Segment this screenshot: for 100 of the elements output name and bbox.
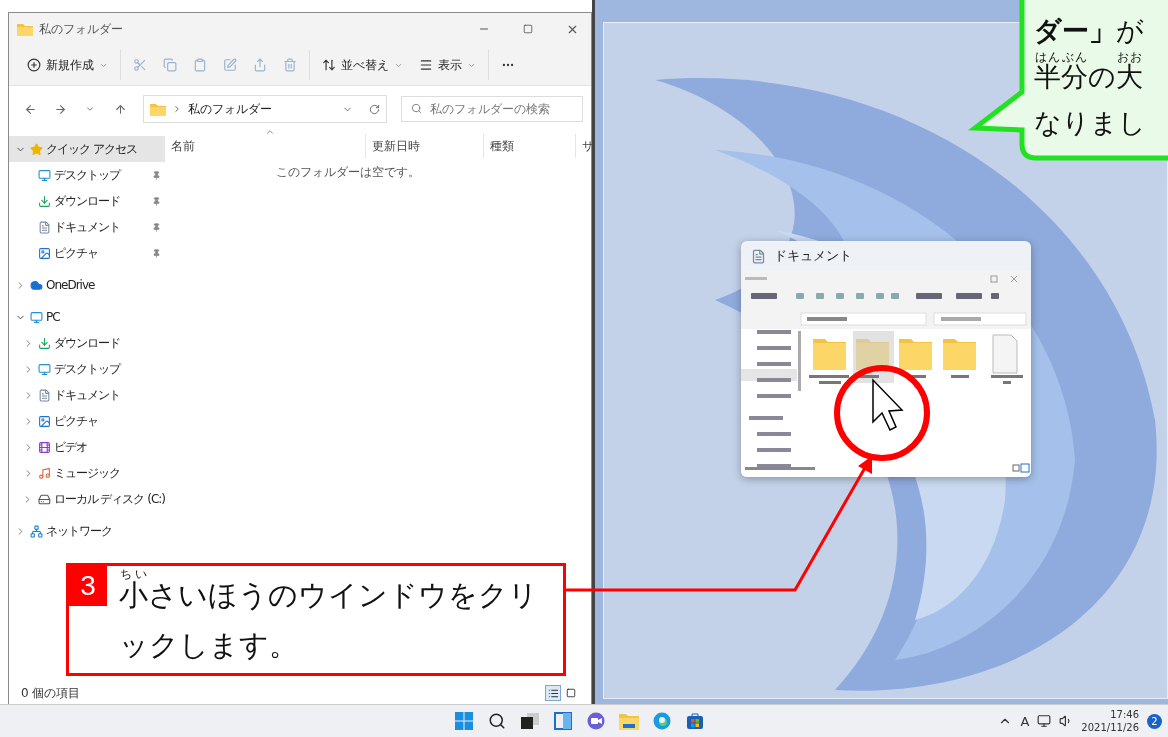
nav-label: ネットワーク <box>46 522 113 540</box>
task-view-icon <box>521 713 539 729</box>
sort-arrows-icon <box>322 58 336 72</box>
clock[interactable]: 17:46 2021/11/26 <box>1081 708 1139 734</box>
back-arrow-icon <box>23 102 37 116</box>
nav-item[interactable]: OneDrive <box>9 272 165 298</box>
search-icon <box>411 103 422 114</box>
refresh-icon[interactable] <box>369 103 380 115</box>
window-thumbnail[interactable]: ドキュメント <box>741 241 1031 477</box>
column-header[interactable]: 名前 <box>165 134 365 158</box>
nav-item[interactable]: ドキュメント <box>9 382 165 408</box>
nav-item[interactable]: ビデオ <box>9 434 165 460</box>
folder-icon <box>150 102 166 116</box>
nav-label: ドキュメント <box>54 218 121 236</box>
cloud-icon <box>30 278 43 292</box>
nav-item[interactable]: ピクチャ <box>9 240 165 266</box>
empty-folder-message: このフォルダーは空です。 <box>275 164 421 181</box>
picture-icon <box>38 246 51 260</box>
document-icon <box>38 388 51 402</box>
widgets-icon <box>554 712 572 730</box>
download-icon <box>38 336 51 350</box>
nav-item[interactable]: ダウンロード <box>9 188 165 214</box>
list-icon <box>547 687 559 699</box>
nav-item[interactable]: ネットワーク <box>9 518 165 544</box>
nav-label: デスクトップ <box>54 166 122 184</box>
sort-caret-icon <box>265 127 275 137</box>
nav-label: ミュージック <box>54 464 121 482</box>
address-bar[interactable]: 私のフォルダー <box>143 95 387 123</box>
nav-item[interactable]: ピクチャ <box>9 408 165 434</box>
picture-icon <box>38 414 51 428</box>
caret-icon <box>85 104 95 114</box>
nav-label: ローカル ディスク (C:) <box>53 490 165 508</box>
address-path: 私のフォルダー <box>188 100 273 118</box>
share-icon <box>253 58 267 72</box>
nav-label: ピクチャ <box>54 244 99 262</box>
widgets-button[interactable] <box>551 709 575 733</box>
chat-icon <box>587 712 605 730</box>
nav-label: クイック アクセス <box>46 140 138 158</box>
nav-label: PC <box>46 310 61 324</box>
windows-logo-icon <box>455 712 473 730</box>
step-instruction: 小 ちい さいほうのウインドウをクリックします。 <box>119 568 539 664</box>
monitor-icon <box>30 310 43 324</box>
speech-bubble-text: ダー」が 半分 はんぶん の大 おお なりまし <box>1034 14 1146 140</box>
maximize-icon <box>523 24 533 34</box>
drive-icon <box>37 492 51 506</box>
paste-icon <box>193 58 207 72</box>
clock-time: 17:46 <box>1110 708 1139 721</box>
rename-icon <box>223 58 237 72</box>
nav-label: ダウンロード <box>54 334 121 352</box>
nav-label: ドキュメント <box>54 386 121 404</box>
start-button[interactable] <box>452 709 476 733</box>
notification-badge[interactable]: 2 <box>1147 713 1162 729</box>
plus-circle-icon <box>27 58 41 72</box>
window-title: 私のフォルダー <box>39 20 124 38</box>
nav-label: OneDrive <box>46 278 96 292</box>
sort-button[interactable]: 並べ替え <box>315 50 410 80</box>
nav-item[interactable]: クイック アクセス <box>9 136 165 162</box>
lines-icon <box>419 58 433 72</box>
thumbnail-title: ドキュメント <box>774 247 852 265</box>
column-header[interactable]: 更新日時 <box>365 134 483 158</box>
cut-icon <box>133 58 147 72</box>
film-icon <box>38 440 51 454</box>
desktop-icon <box>38 362 51 376</box>
store-bag-icon <box>686 712 704 730</box>
new-button[interactable]: 新規作成 <box>20 50 115 80</box>
square-icon <box>566 688 576 698</box>
view-button[interactable]: 表示 <box>412 50 483 80</box>
up-arrow-icon <box>113 102 127 116</box>
nav-item[interactable]: デスクトップ <box>9 356 165 382</box>
desktop-icon <box>38 168 51 182</box>
nav-item[interactable]: デスクトップ <box>9 162 165 188</box>
nav-label: ダウンロード <box>54 192 121 210</box>
folder-icon <box>17 22 33 36</box>
nav-label: ピクチャ <box>54 412 99 430</box>
nav-item[interactable]: ミュージック <box>9 460 165 486</box>
network-icon <box>30 524 43 538</box>
nav-item[interactable]: ドキュメント <box>9 214 165 240</box>
forward-arrow-icon <box>53 102 67 116</box>
search-icon <box>488 712 506 730</box>
trash-icon <box>283 58 297 72</box>
copy-icon <box>163 58 177 72</box>
search-field[interactable]: 私のフォルダーの検索 <box>401 96 583 122</box>
download-icon <box>38 194 51 208</box>
music-icon <box>38 466 51 480</box>
document-icon <box>38 220 51 234</box>
details-view-button[interactable] <box>545 685 561 701</box>
network-icon[interactable] <box>1037 714 1052 728</box>
mouse-cursor-icon <box>872 378 904 431</box>
star-icon <box>30 142 43 156</box>
nav-label: デスクトップ <box>54 360 122 378</box>
input-method-indicator[interactable]: A <box>1020 713 1030 729</box>
nav-item[interactable]: ローカル ディスク (C:) <box>9 486 165 512</box>
clock-date: 2021/11/26 <box>1081 721 1139 734</box>
item-count: 0 個の項目 <box>21 684 81 702</box>
step-number: 3 <box>69 566 107 606</box>
nav-item[interactable]: ダウンロード <box>9 330 165 356</box>
nav-label: ビデオ <box>54 438 88 456</box>
column-header[interactable]: 種類 <box>483 134 575 158</box>
nav-item[interactable]: PC <box>9 304 165 330</box>
document-icon <box>751 248 766 264</box>
